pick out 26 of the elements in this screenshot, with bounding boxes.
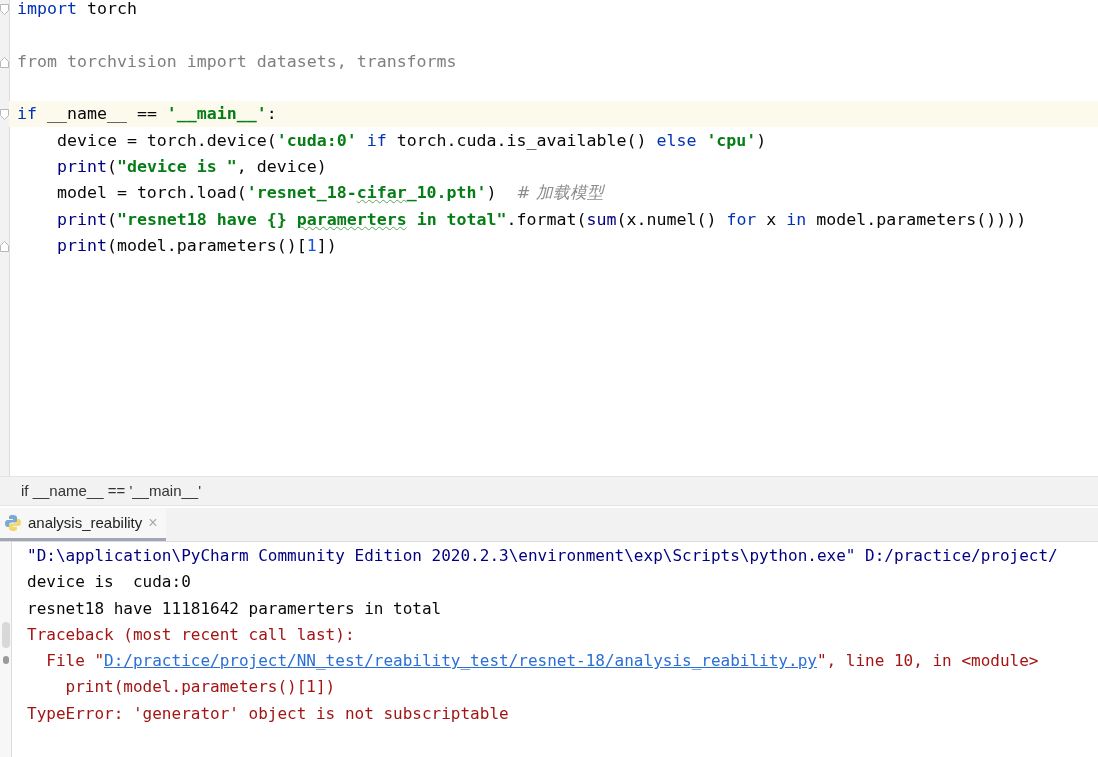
code-line: if __name__ == '__main__': bbox=[17, 103, 277, 126]
console-line: print(model.parameters()[1]) bbox=[64, 676, 337, 699]
console-line: Traceback (most recent call last): bbox=[27, 623, 356, 646]
code-line: print(model.parameters()[1]) bbox=[55, 234, 337, 257]
console-line: TypeError: 'generator' object is not subscriptable bbox=[27, 702, 510, 725]
fold-marker-icon[interactable] bbox=[0, 56, 9, 68]
breadcrumb[interactable]: if __name__ == '__main__' bbox=[21, 479, 202, 503]
console-line: File "D:/practice/project/NN_test/reability_test/resnet-18/analysis_reability.py", line 10, in <module> bbox=[45, 650, 1040, 673]
toolbar-button[interactable] bbox=[2, 656, 9, 664]
code-line: import torch bbox=[17, 0, 137, 21]
fold-marker-icon[interactable] bbox=[0, 240, 9, 252]
code-line: print("resnet18 have {} paramerters in total".format(sum(x.numel() for x in model.parameters()))) bbox=[55, 208, 1027, 231]
code-line: model = torch.load('resnet_18-cifar_10.pth') # 加载模型 bbox=[55, 182, 604, 205]
run-tab-label: analysis_reability bbox=[28, 512, 143, 533]
fold-marker-icon[interactable] bbox=[0, 4, 9, 16]
console-line: device is cuda:0 bbox=[27, 571, 192, 594]
code-line: device = torch.device('cuda:0' if torch.cuda.is_available() else 'cpu') bbox=[55, 129, 767, 152]
run-tab[interactable]: analysis_reability × bbox=[0, 508, 166, 541]
toolbar-button[interactable] bbox=[1, 622, 10, 648]
python-icon bbox=[4, 514, 22, 532]
code-line: from torchvision import datasets, transforms bbox=[17, 50, 457, 73]
code-editor[interactable] bbox=[0, 0, 1098, 476]
console-line: resnet18 have 11181642 paramerters in total bbox=[27, 597, 443, 620]
code-line: print("device is ", device) bbox=[55, 155, 327, 178]
console-line: "D:\application\PyCharm Community Edition 2020.2.3\environment\exp\Scripts\python.exe" D:/practice/project/ bbox=[27, 545, 1059, 567]
fold-marker-icon[interactable] bbox=[0, 109, 9, 121]
